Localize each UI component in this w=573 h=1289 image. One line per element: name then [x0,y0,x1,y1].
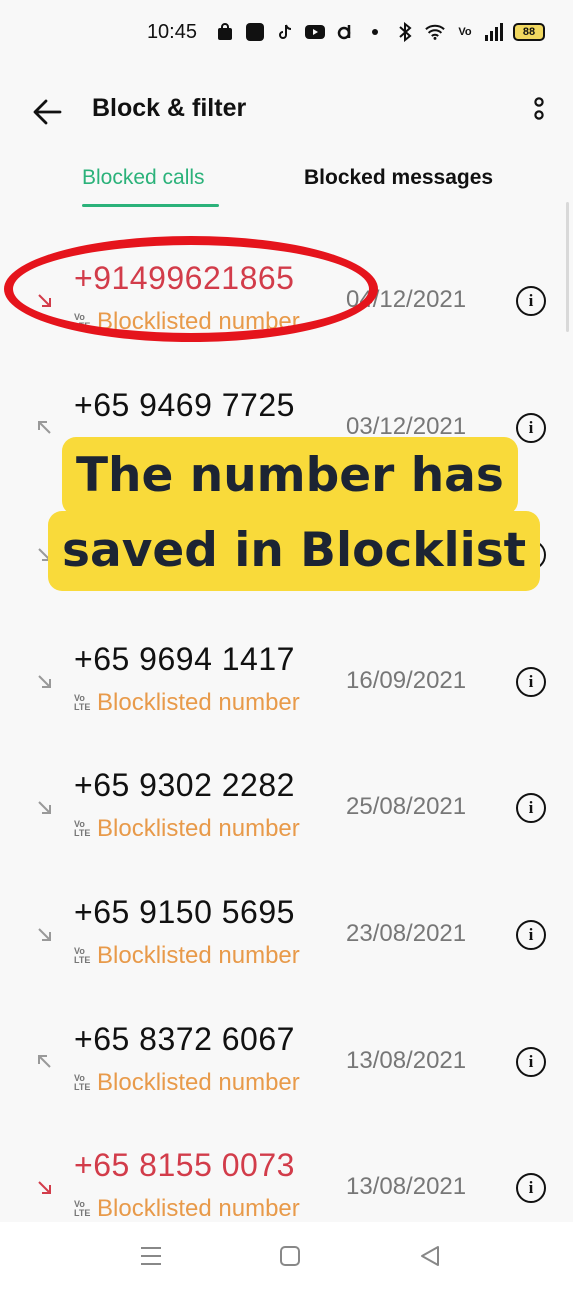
info-icon[interactable]: i [516,1047,546,1077]
navigation-bar [0,1222,573,1289]
app-bar: Block & filter [0,80,573,142]
caption-overlay: The number has saved in Blocklist [48,437,541,592]
call-date: 13/08/2021 [346,1047,467,1074]
outgoing-call-icon [34,417,56,439]
status-time: 10:45 [146,20,197,43]
call-number: +65 9469 7725 [74,387,295,423]
blocklisted-label: Blocklisted number [97,815,300,842]
call-row[interactable]: +65 9302 2282 Vo LTE Blocklisted number 25/0… [0,743,573,869]
call-subtitle: VoLTE Blocklisted number [74,689,300,717]
back-nav-button[interactable] [418,1244,446,1268]
call-date: 16/09/2021 [346,667,467,694]
call-row[interactable]: +65 9150 5695 Vo LTE Blocklisted number 23/0… [0,870,573,996]
blocklisted-label: Blocklisted number [97,1069,300,1096]
youtube-icon [305,22,325,42]
volte-badge-bottom: LTE [74,828,91,838]
outgoing-call-icon [34,1051,56,1073]
info-icon[interactable]: i [516,667,546,697]
call-date: 25/08/2021 [346,793,467,820]
call-subtitle: VoLTE Blocklisted number [74,815,300,843]
tab-bar: Blocked calls Blocked messages [0,160,573,210]
volte-icon: Vo [458,26,472,38]
info-icon[interactable]: i [516,920,546,950]
incoming-call-icon [34,671,56,693]
bluetooth-icon [395,22,415,42]
recents-button[interactable] [139,1244,167,1268]
volte-badge: VoLTE [74,1200,92,1218]
tab-blocked-calls[interactable]: Blocked calls [82,166,222,190]
call-number: +65 8372 6067 [74,1021,295,1057]
volte-badge: VoLTE [74,947,92,965]
call-subtitle: VoLTE Blocklisted number [74,942,300,970]
call-subtitle: VoLTE Blocklisted number [74,1195,300,1223]
info-icon[interactable]: i [516,793,546,823]
caption-line-2: saved in Blocklist [48,511,541,591]
menu-icon [141,1247,161,1265]
call-date: 23/08/2021 [346,920,467,947]
volte-badge-bottom: LTE [74,955,91,965]
blocklisted-label: Blocklisted number [97,1195,300,1222]
dot-icon [365,22,385,42]
volte-badge-bottom: LTE [74,1082,91,1092]
battery-indicator: 88 [513,23,545,41]
call-subtitle: VoLTE Blocklisted number [74,1069,300,1097]
back-triangle-icon [421,1246,439,1266]
volte-badge: VoLTE [74,694,92,712]
blocklisted-label: Blocklisted number [97,942,300,969]
volte-badge: VoLTE [74,1074,92,1092]
incoming-call-icon [34,797,56,819]
status-bar: 10:45 Vo 88 [0,0,573,64]
info-icon[interactable]: i [516,413,546,443]
call-date: 13/08/2021 [346,1173,467,1200]
red-circle-annotation [4,236,378,342]
more-vertical-icon [534,97,544,120]
volte-badge-bottom: LTE [74,1208,91,1218]
wifi-icon [425,22,445,42]
active-tab-indicator [82,204,219,207]
call-row[interactable]: +65 8372 6067 Vo LTE Blocklisted number 13/0… [0,997,573,1123]
call-number: +65 8155 0073 [74,1147,295,1183]
dot-app-icon [335,22,355,42]
info-icon[interactable]: i [516,286,546,316]
shopping-bag-icon [215,22,235,42]
info-icon[interactable]: i [516,1173,546,1203]
tiktok-icon [275,22,295,42]
call-row[interactable]: +65 9694 1417 Vo LTE Blocklisted number 16/0… [0,617,573,743]
home-button[interactable] [278,1244,306,1268]
signal-icon [485,23,503,41]
notification-box-icon [245,22,265,42]
call-number: +65 9150 5695 [74,894,295,930]
arrow-left-icon [33,99,62,125]
volte-badge-bottom: LTE [74,702,91,712]
blocklisted-label: Blocklisted number [97,689,300,716]
home-icon [280,1246,300,1266]
page-title: Block & filter [92,94,247,122]
tab-blocked-messages[interactable]: Blocked messages [304,166,493,190]
call-number: +65 9694 1417 [74,641,295,677]
volte-badge: VoLTE [74,820,92,838]
incoming-call-icon [34,924,56,946]
caption-line-1: The number has [62,437,518,515]
back-button[interactable] [28,94,68,130]
incoming-call-icon [34,1177,56,1199]
call-number: +65 9302 2282 [74,767,295,803]
more-options-button[interactable] [526,94,552,130]
